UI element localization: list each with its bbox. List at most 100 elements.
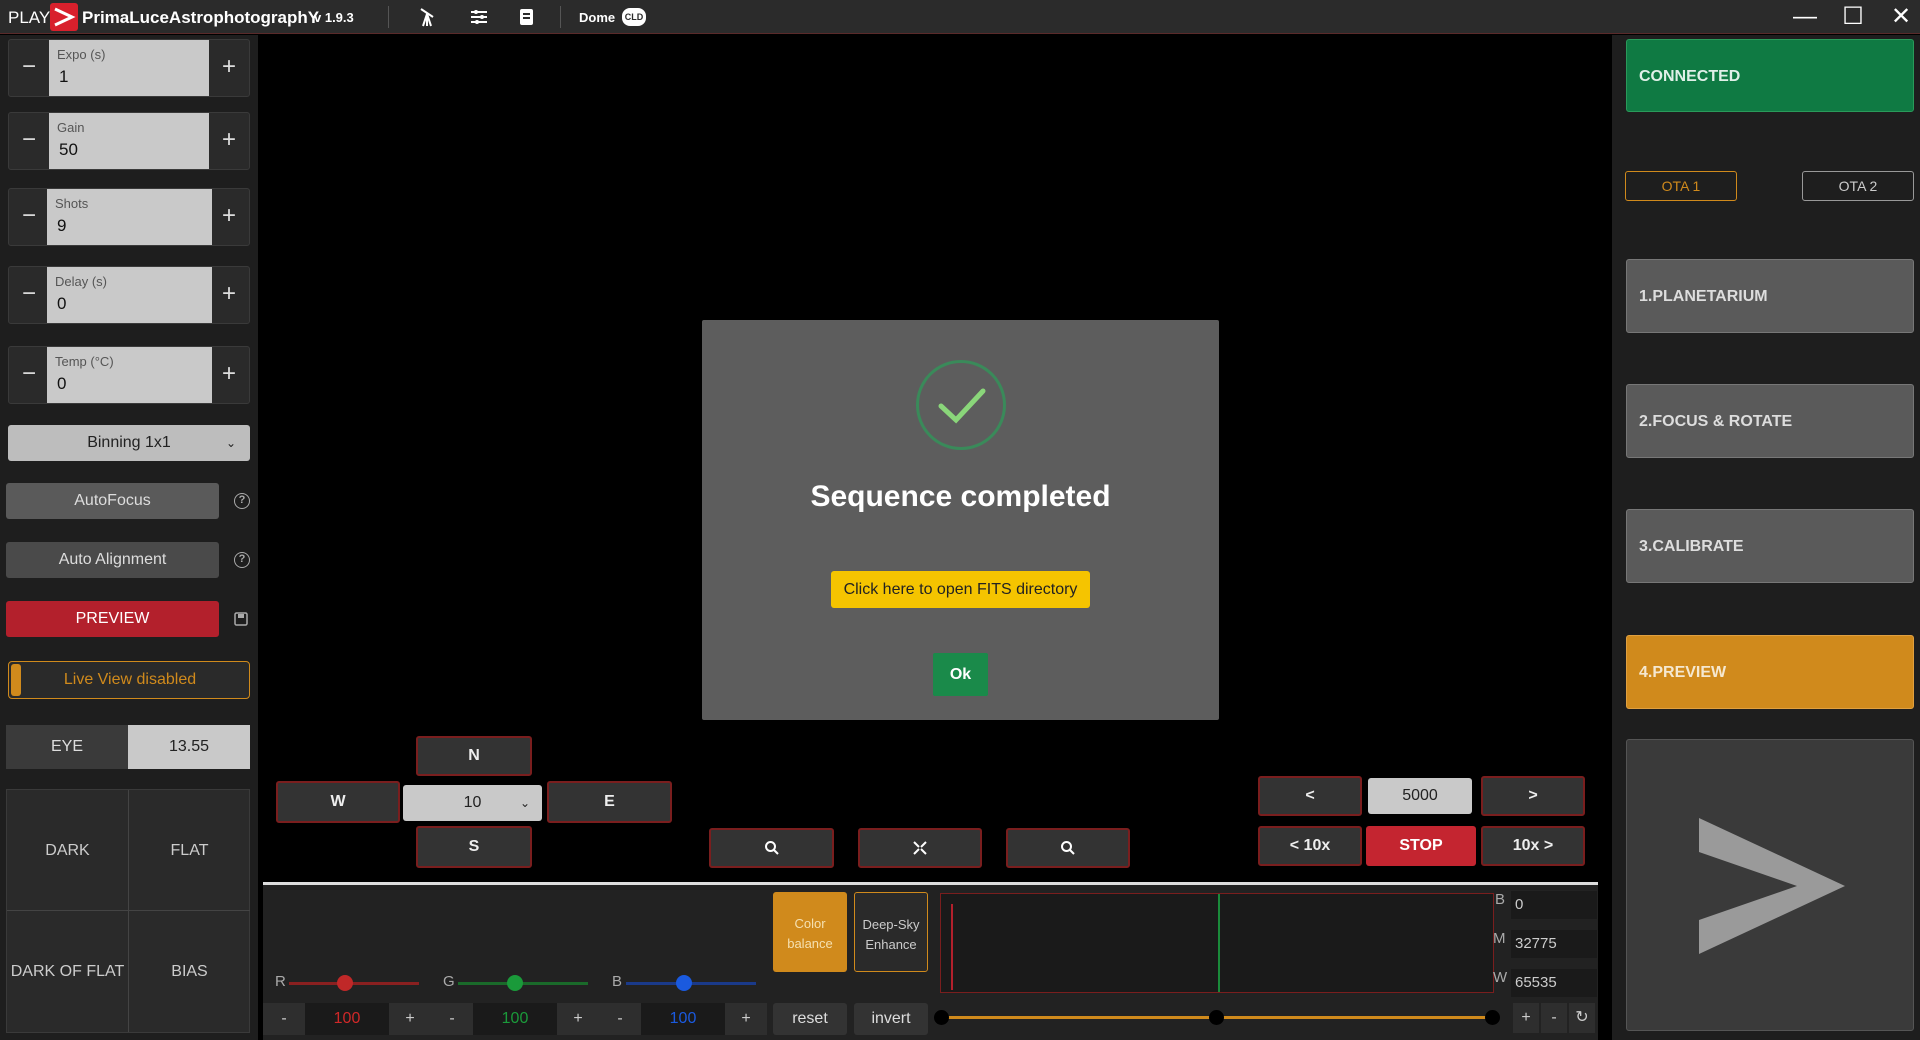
field-value[interactable]: 0	[57, 294, 66, 314]
frame-value-field[interactable]: 5000	[1368, 778, 1472, 814]
zoom-in-button[interactable]	[709, 828, 834, 868]
telescope-icon[interactable]	[417, 6, 439, 28]
live-view-toggle[interactable]: Live View disabled	[8, 661, 250, 699]
decrement-button[interactable]: −	[9, 267, 49, 323]
field-value[interactable]: 1	[59, 67, 68, 87]
step-planetarium-button[interactable]: 1.PLANETARIUM	[1626, 259, 1914, 333]
red-plus-button[interactable]: +	[389, 1003, 431, 1035]
green-plus-button[interactable]: +	[557, 1003, 599, 1035]
notebook-icon[interactable]	[515, 6, 537, 28]
next-10x-button[interactable]: 10x >	[1481, 826, 1585, 866]
autofocus-button[interactable]: AutoFocus	[6, 483, 219, 519]
red-minus-button[interactable]: -	[263, 1003, 305, 1035]
field-value[interactable]: 9	[57, 216, 66, 236]
decrement-button[interactable]: −	[9, 40, 49, 96]
histogram-chart[interactable]	[940, 893, 1494, 993]
prev-frame-button[interactable]: <	[1258, 776, 1362, 816]
bias-button[interactable]: BIAS	[129, 911, 250, 1032]
preview-button[interactable]: PREVIEW	[6, 601, 219, 637]
green-slider-track[interactable]	[458, 982, 588, 985]
red-slider-track[interactable]	[289, 982, 419, 985]
minimize-button[interactable]: —	[1788, 3, 1822, 31]
south-button[interactable]: S	[416, 826, 532, 868]
ota2-tab[interactable]: OTA 2	[1802, 171, 1914, 201]
green-slider-handle[interactable]	[507, 975, 523, 991]
decrement-button[interactable]: −	[9, 189, 49, 245]
exposure-stepper[interactable]: − Expo (s) 1 +	[8, 39, 250, 97]
step-preview-button[interactable]: 4.PREVIEW	[1626, 635, 1914, 709]
red-slider-handle[interactable]	[337, 975, 353, 991]
blue-plus-button[interactable]: +	[725, 1003, 767, 1035]
stop-button[interactable]: STOP	[1366, 826, 1476, 866]
west-button[interactable]: W	[276, 781, 400, 823]
next-frame-button[interactable]: >	[1481, 776, 1585, 816]
refresh-icon[interactable]: ↻	[1569, 1003, 1595, 1033]
zoom-out-button[interactable]	[1006, 828, 1130, 868]
field-value[interactable]: 0	[57, 374, 66, 394]
reset-button[interactable]: reset	[773, 1003, 847, 1035]
eye-label[interactable]: EYE	[6, 725, 128, 769]
step-focus-rotate-button[interactable]: 2.FOCUS & ROTATE	[1626, 384, 1914, 458]
maximize-button[interactable]: ☐	[1836, 3, 1870, 31]
blue-minus-button[interactable]: -	[599, 1003, 641, 1035]
increment-button[interactable]: +	[209, 347, 249, 403]
auto-alignment-button[interactable]: Auto Alignment	[6, 542, 219, 578]
ok-button[interactable]: Ok	[933, 653, 988, 696]
stretch-white-handle[interactable]	[1485, 1010, 1500, 1025]
dark-button[interactable]: DARK	[7, 790, 129, 911]
blue-value[interactable]: 100	[641, 1003, 725, 1035]
stretch-black-handle[interactable]	[934, 1010, 949, 1025]
cloud-badge[interactable]: CLD	[622, 8, 646, 26]
ota1-tab[interactable]: OTA 1	[1625, 171, 1737, 201]
blue-slider-handle[interactable]	[676, 975, 692, 991]
connection-status-button[interactable]: CONNECTED	[1626, 39, 1914, 112]
prev-10x-button[interactable]: < 10x	[1258, 826, 1362, 866]
white-point-field[interactable]: 65535	[1511, 969, 1597, 997]
histogram-zoom-in-button[interactable]: +	[1513, 1003, 1539, 1033]
eye-value[interactable]: 13.55	[128, 725, 250, 769]
delay-stepper[interactable]: − Delay (s) 0 +	[8, 266, 250, 324]
stretch-mid-handle[interactable]	[1209, 1010, 1224, 1025]
sliders-icon[interactable]	[468, 6, 490, 28]
step-size-select[interactable]: 10 ⌄	[403, 785, 542, 821]
invert-button[interactable]: invert	[854, 1003, 928, 1035]
flat-button[interactable]: FLAT	[129, 790, 250, 911]
green-value[interactable]: 100	[473, 1003, 557, 1035]
mid-point-field[interactable]: 32775	[1511, 930, 1597, 958]
histogram-zoom-out-button[interactable]: -	[1541, 1003, 1567, 1033]
step-calibrate-button[interactable]: 3.CALIBRATE	[1626, 509, 1914, 583]
exposure-field[interactable]: Expo (s) 1	[49, 40, 209, 96]
increment-button[interactable]: +	[209, 189, 249, 245]
gain-field[interactable]: Gain 50	[49, 113, 209, 169]
app-version: v 1.9.3	[314, 10, 354, 25]
black-point-field[interactable]: 0	[1511, 891, 1597, 919]
help-icon[interactable]: ?	[234, 552, 250, 568]
temperature-field[interactable]: Temp (°C) 0	[47, 347, 212, 403]
close-button[interactable]: ✕	[1884, 3, 1918, 31]
dark-of-flat-button[interactable]: DARK OF FLAT	[7, 911, 129, 1032]
fit-screen-button[interactable]	[858, 828, 982, 868]
north-button[interactable]: N	[416, 736, 532, 776]
increment-button[interactable]: +	[209, 267, 249, 323]
decrement-button[interactable]: −	[9, 113, 49, 169]
save-icon[interactable]	[233, 611, 249, 627]
delay-field[interactable]: Delay (s) 0	[47, 267, 212, 323]
field-value[interactable]: 50	[59, 140, 78, 160]
red-value[interactable]: 100	[305, 1003, 389, 1035]
deep-sky-enhance-button[interactable]: Deep-Sky Enhance	[854, 892, 928, 972]
increment-button[interactable]: +	[209, 40, 249, 96]
decrement-button[interactable]: −	[9, 347, 49, 403]
dome-label[interactable]: Dome	[579, 10, 615, 25]
gain-stepper[interactable]: − Gain 50 +	[8, 112, 250, 170]
temperature-stepper[interactable]: − Temp (°C) 0 +	[8, 346, 250, 404]
east-button[interactable]: E	[547, 781, 672, 823]
green-minus-button[interactable]: -	[431, 1003, 473, 1035]
color-balance-button[interactable]: Color balance	[773, 892, 847, 972]
help-icon[interactable]: ?	[234, 493, 250, 509]
next-step-button[interactable]	[1626, 739, 1914, 1031]
open-fits-directory-link[interactable]: Click here to open FITS directory	[831, 571, 1090, 608]
binning-select[interactable]: Binning 1x1 ⌄	[8, 425, 250, 461]
increment-button[interactable]: +	[209, 113, 249, 169]
shots-stepper[interactable]: − Shots 9 +	[8, 188, 250, 246]
shots-field[interactable]: Shots 9	[47, 189, 212, 245]
